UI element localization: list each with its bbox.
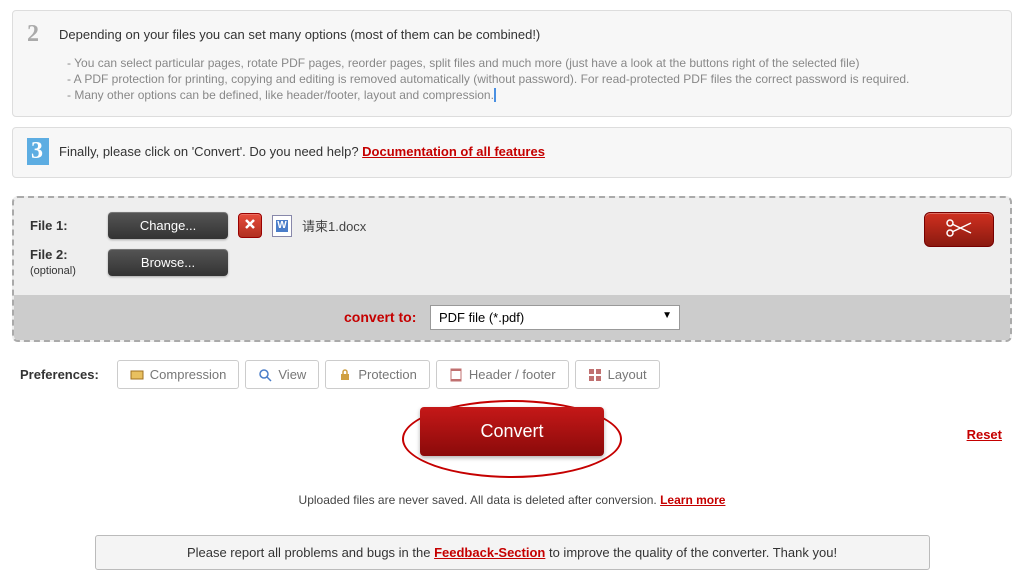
- close-icon: [243, 217, 257, 231]
- file-2-label: File 2: (optional): [30, 247, 98, 277]
- split-file-button[interactable]: [924, 212, 994, 247]
- file-1-label: File 1:: [30, 218, 98, 233]
- view-button[interactable]: View: [245, 360, 319, 389]
- browse-file-button[interactable]: Browse...: [108, 249, 228, 276]
- action-row: Convert Reset: [12, 407, 1012, 471]
- feedback-suffix: to improve the quality of the converter.…: [545, 545, 837, 560]
- feedback-box: Please report all problems and bugs in t…: [95, 535, 930, 570]
- step-3-title: Finally, please click on 'Convert'. Do y…: [59, 144, 545, 159]
- header-footer-icon: [449, 368, 463, 382]
- step-2-header: 2 Depending on your files you can set ma…: [27, 21, 997, 48]
- step-2-number: 2: [27, 21, 49, 48]
- upload-note: Uploaded files are never saved. All data…: [12, 493, 1012, 507]
- change-file-button[interactable]: Change...: [108, 212, 228, 239]
- feedback-link[interactable]: Feedback-Section: [434, 545, 545, 560]
- learn-more-link[interactable]: Learn more: [660, 493, 725, 507]
- layout-icon: [588, 368, 602, 382]
- file-1-row: File 1: Change... W 请柬1.docx: [30, 212, 994, 239]
- step-2-box: 2 Depending on your files you can set ma…: [12, 10, 1012, 117]
- convert-to-select[interactable]: PDF file (*.pdf): [430, 305, 680, 330]
- convert-select-wrap: PDF file (*.pdf): [430, 305, 680, 330]
- convert-to-label: convert to:: [344, 309, 416, 325]
- convert-button[interactable]: Convert: [420, 407, 603, 456]
- documentation-link[interactable]: Documentation of all features: [362, 144, 545, 159]
- preferences-row: Preferences: Compression View Protection…: [12, 360, 1012, 389]
- file-1-name: 请柬1.docx: [302, 216, 366, 235]
- step-2-title: Depending on your files you can set many…: [59, 27, 540, 42]
- step-3-text: Finally, please click on 'Convert'. Do y…: [59, 144, 362, 159]
- protection-button[interactable]: Protection: [325, 360, 430, 389]
- compression-icon: [130, 368, 144, 382]
- file-drop-area: File 1: Change... W 请柬1.docx File 2: (op…: [12, 196, 1012, 342]
- lock-icon: [338, 368, 352, 382]
- step-3-box: 3 Finally, please click on 'Convert'. Do…: [12, 127, 1012, 178]
- convert-to-row: convert to: PDF file (*.pdf): [14, 295, 1010, 340]
- reset-link[interactable]: Reset: [967, 427, 1002, 442]
- step-2-line-1: - You can select particular pages, rotat…: [67, 56, 997, 70]
- view-icon: [258, 368, 272, 382]
- step-2-line-3: - Many other options can be defined, lik…: [67, 88, 997, 102]
- step-2-line-2: - A PDF protection for printing, copying…: [67, 72, 997, 86]
- scissors-icon: [945, 219, 973, 237]
- file-2-row: File 2: (optional) Browse...: [30, 247, 994, 277]
- header-footer-button[interactable]: Header / footer: [436, 360, 569, 389]
- step-3-header: 3 Finally, please click on 'Convert'. Do…: [27, 138, 997, 165]
- file-rows: File 1: Change... W 请柬1.docx File 2: (op…: [14, 198, 1010, 295]
- compression-button[interactable]: Compression: [117, 360, 240, 389]
- layout-button[interactable]: Layout: [575, 360, 660, 389]
- feedback-prefix: Please report all problems and bugs in t…: [187, 545, 434, 560]
- preferences-label: Preferences:: [20, 367, 99, 382]
- step-2-body: - You can select particular pages, rotat…: [67, 56, 997, 102]
- word-file-icon: W: [272, 215, 292, 237]
- step-3-number: 3: [27, 138, 49, 165]
- upload-note-text: Uploaded files are never saved. All data…: [299, 493, 661, 507]
- remove-file-button[interactable]: [238, 213, 262, 238]
